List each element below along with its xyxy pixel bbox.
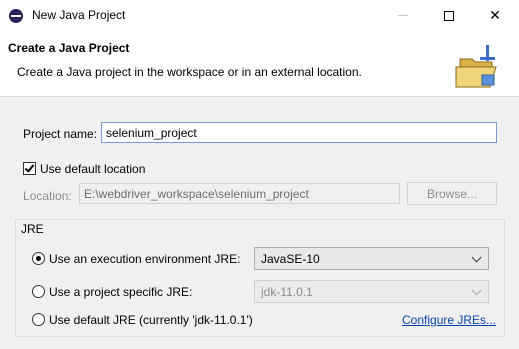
eclipse-icon (9, 9, 23, 23)
location-label: Location: (23, 189, 72, 203)
project-name-label: Project name: (23, 127, 98, 141)
title-bar: New Java Project ✕ (0, 0, 519, 31)
project-specific-jre-label: Use a project specific JRE: (49, 285, 193, 299)
new-java-project-folder-icon (455, 45, 497, 88)
execution-environment-value: JavaSE-10 (261, 252, 320, 266)
execution-environment-select[interactable]: JavaSE-10 (254, 247, 489, 270)
location-input[interactable] (79, 183, 400, 204)
project-name-input[interactable] (101, 122, 497, 143)
checkmark-icon (24, 162, 35, 173)
close-button[interactable]: ✕ (472, 0, 518, 31)
chevron-down-icon (471, 252, 482, 263)
use-default-location-checkbox[interactable] (23, 162, 36, 175)
project-specific-jre-radio[interactable] (32, 285, 45, 298)
close-icon: ✕ (489, 7, 501, 23)
jre-group-label: JRE (21, 222, 44, 236)
browse-button[interactable]: Browse... (407, 182, 497, 205)
minimize-icon (398, 15, 408, 16)
minimize-button[interactable] (380, 0, 426, 31)
window-title: New Java Project (32, 8, 126, 22)
chevron-down-icon (471, 285, 482, 296)
execution-environment-label: Use an execution environment JRE: (49, 252, 241, 266)
radio-selected-icon (36, 256, 41, 261)
wizard-banner: Create a Java Project Create a Java proj… (0, 31, 519, 97)
project-specific-jre-select[interactable]: jdk-11.0.1 (254, 280, 489, 303)
use-default-location-label: Use default location (40, 162, 146, 176)
default-jre-label: Use default JRE (currently 'jdk-11.0.1') (49, 313, 253, 327)
banner-description: Create a Java project in the workspace o… (17, 65, 362, 79)
default-jre-radio[interactable] (32, 313, 45, 326)
maximize-icon (444, 10, 454, 21)
execution-environment-radio[interactable] (32, 252, 45, 265)
project-specific-jre-value: jdk-11.0.1 (261, 285, 313, 299)
configure-jres-link[interactable]: Configure JREs... (402, 313, 496, 327)
banner-title: Create a Java Project (8, 41, 130, 55)
maximize-button[interactable] (426, 0, 472, 31)
